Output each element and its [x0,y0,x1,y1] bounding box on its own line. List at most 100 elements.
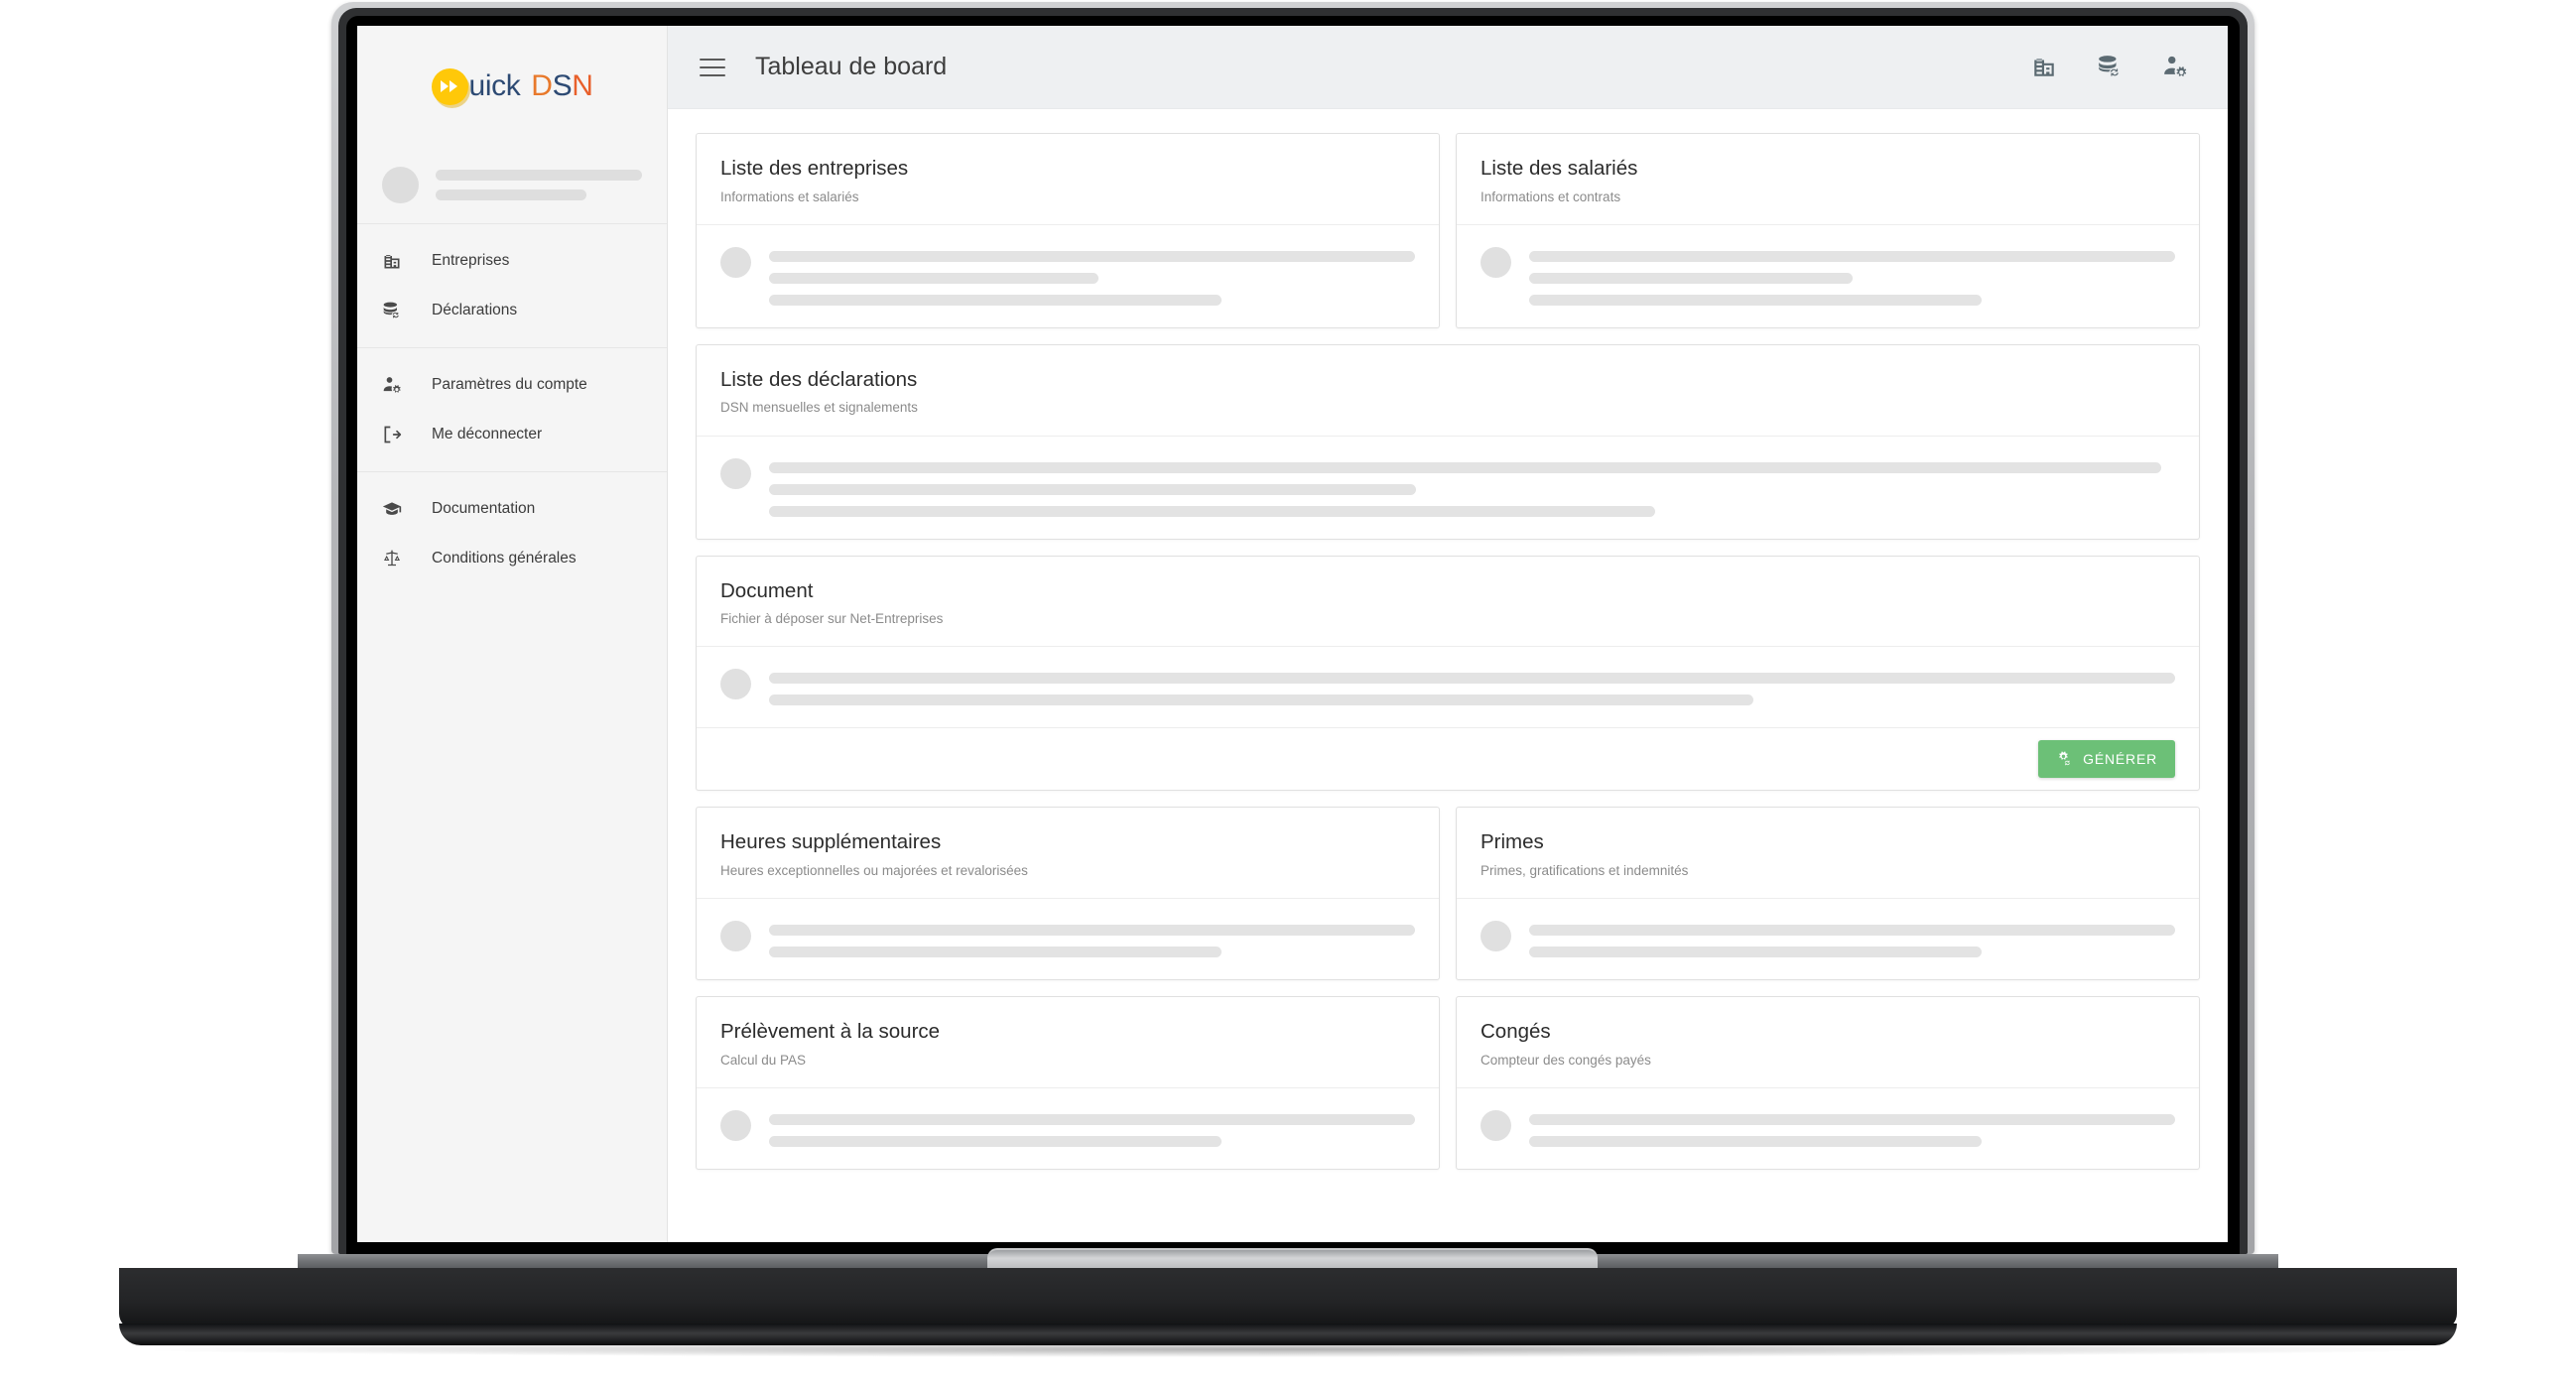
card-body-skeleton [697,437,2199,539]
skeleton-line [1529,946,1982,957]
brand-text-d: D [531,69,553,102]
skeleton-avatar [720,1109,751,1141]
fast-forward-icon [431,67,468,105]
sidebar-user-placeholder [357,147,667,224]
skeleton-lines [769,458,2175,517]
sidebar-item-documentation[interactable]: Documentation [357,484,667,534]
skeleton-line [769,673,2175,685]
sidebar-item-conditions-generales[interactable]: Conditions générales [357,534,667,583]
skeleton-line [769,694,1753,706]
card-footer: GÉNÉRER [697,727,2199,790]
app-viewport: uick D S N Entreprises Déclarations Para… [357,26,2228,1242]
brand-text-uick: uick [468,69,521,102]
card-title: Congés [1481,1020,1551,1043]
sidebar-item-label: Documentation [432,500,536,518]
card-subtitle: Compteur des congés payés [1481,1052,1651,1068]
sidebar-item-entreprises[interactable]: Entreprises [357,236,667,286]
brand-block: uick D S N [357,26,667,147]
skeleton-line [1529,250,2175,262]
sidebar-item-label: Entreprises [432,252,510,270]
skeleton-lines [1529,247,2175,306]
card-subtitle: Fichier à déposer sur Net-Entreprises [720,611,944,627]
card-title: Document [720,578,814,602]
skeleton-line [769,461,2161,473]
skeleton-lines [1529,921,2175,957]
person-gear-icon[interactable] [2162,54,2190,81]
avatar [382,167,419,203]
brand-logo[interactable]: uick D S N [431,67,593,105]
card-conges[interactable]: Congés Compteur des congés payés [1456,996,2200,1170]
graduation-cap-icon [382,498,404,520]
card-title: Liste des déclarations [720,367,918,391]
card-body-skeleton [1457,899,2199,979]
card-header: Heures supplémentaires Heures exceptionn… [697,808,1439,899]
person-gear-icon [382,374,404,396]
laptop-base-shadow [149,1341,2427,1357]
card-subtitle: Calcul du PAS [720,1052,807,1068]
dashboard-content: Liste des entreprises Informations et sa… [668,109,2228,1242]
skeleton-lines [769,921,1415,957]
card-header: Liste des salariés Informations et contr… [1457,134,2199,225]
card-prelevement-a-la-source[interactable]: Prélèvement à la source Calcul du PAS [696,996,1440,1170]
card-subtitle: Informations et contrats [1481,189,1621,204]
topbar-actions [2031,54,2190,81]
gear-sync-icon [2056,751,2073,768]
nav-group-info: Documentation Conditions générales [357,472,667,595]
building-icon [382,250,404,272]
card-liste-des-entreprises[interactable]: Liste des entreprises Informations et sa… [696,133,1440,328]
building-icon[interactable] [2031,54,2059,81]
card-header: Congés Compteur des congés payés [1457,997,2199,1088]
sidebar-item-parametres-du-compte[interactable]: Paramètres du compte [357,360,667,410]
card-header: Primes Primes, gratifications et indemni… [1457,808,2199,899]
generate-button[interactable]: GÉNÉRER [2038,740,2175,779]
skeleton-avatar [720,457,751,489]
card-liste-des-declarations[interactable]: Liste des déclarations DSN mensuelles et… [696,343,2200,540]
card-grid: Liste des entreprises Informations et sa… [696,133,2200,1170]
generate-button-label: GÉNÉRER [2083,751,2157,768]
hamburger-menu-icon[interactable] [696,51,729,84]
skeleton-line [1529,294,1982,306]
skeleton-line [436,170,642,181]
card-liste-des-salaries[interactable]: Liste des salariés Informations et contr… [1456,133,2200,328]
card-document[interactable]: Document Fichier à déposer sur Net-Entre… [696,555,2200,792]
skeleton-line [769,272,1098,284]
card-title: Prélèvement à la source [720,1020,941,1043]
sidebar-item-me-deconnecter[interactable]: Me déconnecter [357,410,667,459]
skeleton-avatar [720,669,751,700]
sidebar: uick D S N Entreprises Déclarations Para… [357,26,668,1242]
sidebar-user-skeleton [436,170,642,200]
skeleton-line [769,946,1222,957]
card-heures-supplementaires[interactable]: Heures supplémentaires Heures exceptionn… [696,807,1440,980]
skeleton-line [436,189,586,200]
skeleton-line [1529,272,1853,284]
skeleton-avatar [1481,246,1511,278]
skeleton-lines [769,669,2175,706]
nav-group-primary: Entreprises Déclarations [357,224,667,348]
card-body-skeleton [1457,1088,2199,1169]
skeleton-line [1529,1113,2175,1125]
skeleton-avatar [720,921,751,951]
main-area: Tableau de board Liste des entreprises I… [668,26,2228,1242]
card-title: Liste des salariés [1481,157,1638,180]
sidebar-item-label: Déclarations [432,302,518,319]
skeleton-line [769,925,1415,936]
page-title: Tableau de board [755,53,948,80]
laptop-base-body [119,1268,2457,1329]
card-body-skeleton [697,647,2199,727]
card-header: Document Fichier à déposer sur Net-Entre… [697,557,2199,648]
brand-text-s: S [552,69,573,102]
skeleton-avatar [720,246,751,278]
skeleton-avatar [1481,1109,1511,1141]
laptop-mockup: uick D S N Entreprises Déclarations Para… [0,0,2576,1388]
sidebar-item-label: Me déconnecter [432,426,543,443]
sidebar-item-declarations[interactable]: Déclarations [357,286,667,335]
database-sync-icon [382,300,404,321]
skeleton-line [1529,1135,1982,1147]
sidebar-item-label: Paramètres du compte [432,376,587,394]
card-primes[interactable]: Primes Primes, gratifications et indemni… [1456,807,2200,980]
skeleton-line [769,1113,1415,1125]
card-subtitle: DSN mensuelles et signalements [720,400,918,416]
database-sync-icon[interactable] [2097,54,2125,81]
topbar: Tableau de board [668,26,2228,109]
brand-text-n: N [572,69,593,102]
